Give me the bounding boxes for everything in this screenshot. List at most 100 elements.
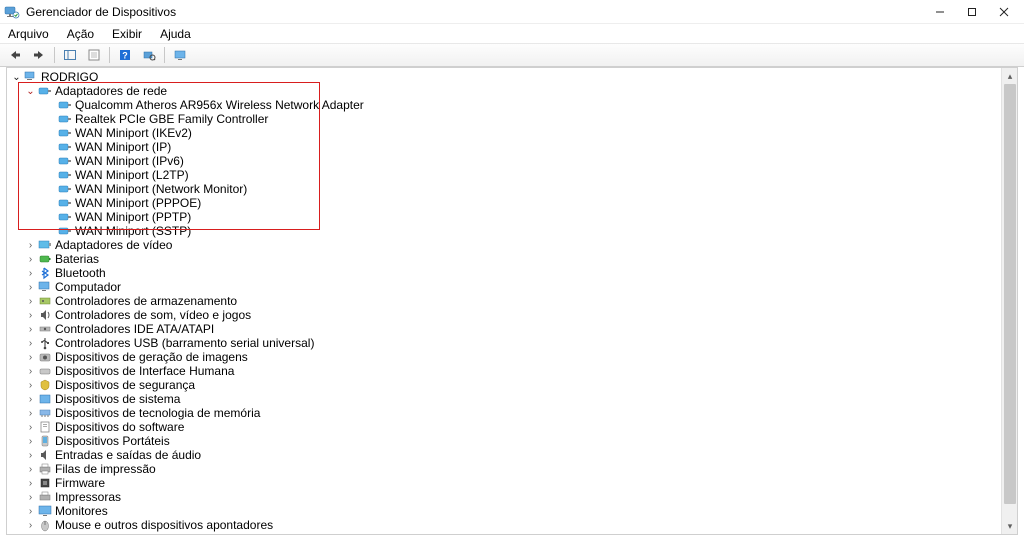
category-storage-controllers[interactable]: ›Controladores de armazenamento bbox=[7, 294, 1017, 308]
chevron-right-icon[interactable]: › bbox=[25, 464, 36, 475]
toolbar-separator bbox=[109, 47, 110, 63]
audio-io-icon bbox=[38, 448, 52, 462]
chevron-right-icon[interactable]: › bbox=[25, 436, 36, 447]
scan-hardware-button[interactable] bbox=[138, 45, 160, 65]
window-title: Gerenciador de Dispositivos bbox=[26, 5, 176, 19]
network-adapter-icon bbox=[58, 112, 72, 126]
category-label: Bluetooth bbox=[55, 267, 106, 280]
category-computador[interactable]: › Computador bbox=[7, 280, 1017, 294]
chevron-down-icon[interactable]: ⌄ bbox=[25, 86, 36, 97]
tree-root[interactable]: ⌄ RODRIGO bbox=[7, 70, 1017, 84]
network-device[interactable]: WAN Miniport (PPTP) bbox=[7, 210, 1017, 224]
network-device[interactable]: WAN Miniport (SSTP) bbox=[7, 224, 1017, 238]
chevron-right-icon[interactable]: › bbox=[25, 408, 36, 419]
device-label: WAN Miniport (L2TP) bbox=[75, 169, 189, 182]
network-device[interactable]: WAN Miniport (L2TP) bbox=[7, 168, 1017, 182]
nav-forward-button[interactable] bbox=[28, 45, 50, 65]
scroll-down-button[interactable]: ▾ bbox=[1002, 518, 1018, 534]
chevron-right-icon[interactable]: › bbox=[25, 506, 36, 517]
toolbar-separator bbox=[164, 47, 165, 63]
category-mouse[interactable]: ›Mouse e outros dispositivos apontadores bbox=[7, 518, 1017, 532]
chevron-right-icon[interactable]: › bbox=[25, 324, 36, 335]
toolbar: ? bbox=[0, 43, 1024, 67]
chevron-right-icon[interactable]: › bbox=[25, 520, 36, 531]
category-memory-tech[interactable]: › Dispositivos de tecnologia de memória bbox=[7, 406, 1017, 420]
close-button[interactable] bbox=[988, 2, 1020, 22]
category-ide-controllers[interactable]: ›Controladores IDE ATA/ATAPI bbox=[7, 322, 1017, 336]
category-label: Dispositivos de sistema bbox=[55, 393, 180, 406]
scroll-thumb[interactable] bbox=[1004, 84, 1016, 504]
chevron-right-icon[interactable]: › bbox=[25, 394, 36, 405]
content-area: ⌄ RODRIGO ⌄ Adaptadores de rede Qualcomm… bbox=[6, 67, 1018, 535]
category-processors[interactable]: › Processadores bbox=[7, 532, 1017, 534]
category-label: Dispositivos de segurança bbox=[55, 379, 195, 392]
category-hid[interactable]: ›Dispositivos de Interface Humana bbox=[7, 364, 1017, 378]
category-usb-controllers[interactable]: › Controladores USB (barramento serial un… bbox=[7, 336, 1017, 350]
category-label: Computador bbox=[55, 281, 121, 294]
chevron-right-icon[interactable]: › bbox=[25, 254, 36, 265]
chevron-right-icon[interactable]: › bbox=[25, 268, 36, 279]
category-firmware[interactable]: ›Firmware bbox=[7, 476, 1017, 490]
chevron-right-icon[interactable]: › bbox=[25, 282, 36, 293]
chevron-right-icon[interactable]: › bbox=[25, 366, 36, 377]
category-system-devices[interactable]: › Dispositivos de sistema bbox=[7, 392, 1017, 406]
category-label: Dispositivos Portáteis bbox=[55, 435, 170, 448]
chevron-right-icon[interactable]: › bbox=[25, 296, 36, 307]
device-label: WAN Miniport (IKEv2) bbox=[75, 127, 192, 140]
network-device[interactable]: WAN Miniport (Network Monitor) bbox=[7, 182, 1017, 196]
category-baterias[interactable]: ›Baterias bbox=[7, 252, 1017, 266]
network-device[interactable]: Qualcomm Atheros AR956x Wireless Network… bbox=[7, 98, 1017, 112]
chevron-right-icon[interactable]: › bbox=[25, 422, 36, 433]
chevron-down-icon[interactable]: ⌄ bbox=[11, 72, 22, 83]
category-label: Monitores bbox=[55, 505, 108, 518]
menu-acao[interactable]: Ação bbox=[65, 26, 96, 42]
category-imaging-devices[interactable]: ›Dispositivos de geração de imagens bbox=[7, 350, 1017, 364]
category-print-queues[interactable]: ›Filas de impressão bbox=[7, 462, 1017, 476]
network-device[interactable]: WAN Miniport (IKEv2) bbox=[7, 126, 1017, 140]
menu-arquivo[interactable]: Arquivo bbox=[6, 26, 51, 42]
chevron-right-icon[interactable]: › bbox=[25, 352, 36, 363]
devices-button[interactable] bbox=[169, 45, 191, 65]
device-label: WAN Miniport (PPTP) bbox=[75, 211, 191, 224]
category-adaptadores-video[interactable]: ›Adaptadores de vídeo bbox=[7, 238, 1017, 252]
category-portable-devices[interactable]: › Dispositivos Portáteis bbox=[7, 434, 1017, 448]
maximize-button[interactable] bbox=[956, 2, 988, 22]
titlebar[interactable]: Gerenciador de Dispositivos bbox=[0, 0, 1024, 24]
category-monitors[interactable]: › Monitores bbox=[7, 504, 1017, 518]
nav-back-button[interactable] bbox=[4, 45, 26, 65]
help-button[interactable]: ? bbox=[114, 45, 136, 65]
chevron-right-icon[interactable]: › bbox=[25, 240, 36, 251]
network-device[interactable]: WAN Miniport (IP) bbox=[7, 140, 1017, 154]
category-security-devices[interactable]: › Dispositivos de segurança bbox=[7, 378, 1017, 392]
menu-ajuda[interactable]: Ajuda bbox=[158, 26, 193, 42]
category-label: Processadores bbox=[55, 533, 135, 535]
category-adaptadores-rede[interactable]: ⌄ Adaptadores de rede bbox=[7, 84, 1017, 98]
vertical-scrollbar[interactable]: ▴ ▾ bbox=[1001, 68, 1017, 534]
category-label: Controladores USB (barramento serial uni… bbox=[55, 337, 314, 350]
network-adapter-icon bbox=[58, 168, 72, 182]
category-printers[interactable]: ›Impressoras bbox=[7, 490, 1017, 504]
chevron-right-icon[interactable]: › bbox=[25, 492, 36, 503]
menu-exibir[interactable]: Exibir bbox=[110, 26, 144, 42]
category-sound-controllers[interactable]: ›Controladores de som, vídeo e jogos bbox=[7, 308, 1017, 322]
cpu-icon bbox=[38, 532, 52, 534]
show-hide-tree-button[interactable] bbox=[59, 45, 81, 65]
network-device[interactable]: WAN Miniport (IPv6) bbox=[7, 154, 1017, 168]
scroll-up-button[interactable]: ▴ bbox=[1002, 68, 1018, 84]
chevron-right-icon[interactable]: › bbox=[25, 380, 36, 391]
minimize-button[interactable] bbox=[924, 2, 956, 22]
properties-button[interactable] bbox=[83, 45, 105, 65]
chevron-right-icon[interactable]: › bbox=[25, 450, 36, 461]
category-audio-io[interactable]: ›Entradas e saídas de áudio bbox=[7, 448, 1017, 462]
category-label: Dispositivos de tecnologia de memória bbox=[55, 407, 260, 420]
network-adapter-icon bbox=[58, 182, 72, 196]
network-device[interactable]: Realtek PCIe GBE Family Controller bbox=[7, 112, 1017, 126]
network-device[interactable]: WAN Miniport (PPPOE) bbox=[7, 196, 1017, 210]
category-bluetooth[interactable]: › Bluetooth bbox=[7, 266, 1017, 280]
chevron-right-icon[interactable]: › bbox=[25, 534, 36, 535]
category-software-devices[interactable]: ›Dispositivos do software bbox=[7, 420, 1017, 434]
chevron-right-icon[interactable]: › bbox=[25, 310, 36, 321]
chevron-right-icon[interactable]: › bbox=[25, 478, 36, 489]
device-tree[interactable]: ⌄ RODRIGO ⌄ Adaptadores de rede Qualcomm… bbox=[7, 68, 1017, 534]
chevron-right-icon[interactable]: › bbox=[25, 338, 36, 349]
